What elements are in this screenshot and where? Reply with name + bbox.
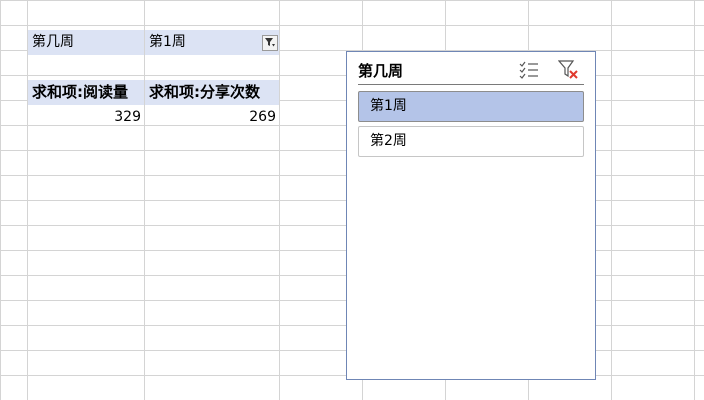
grid-col-line <box>611 0 612 400</box>
grid-col-line <box>279 0 280 400</box>
slicer-title-separator <box>358 84 584 85</box>
pivot-filter-label[interactable]: 第几周 <box>28 30 144 55</box>
spreadsheet-grid[interactable]: 第几周 第1周 求和项:阅读量 求和项:分享次数 329 269 第几周 第1周… <box>0 0 704 400</box>
multi-select-icon[interactable] <box>518 59 540 79</box>
pivot-header-read-count[interactable]: 求和项:阅读量 <box>28 80 144 105</box>
pivot-value-share-count[interactable]: 269 <box>145 105 279 130</box>
slicer-item-week2[interactable]: 第2周 <box>358 126 584 157</box>
pivot-filter-dropdown-button[interactable] <box>262 35 278 51</box>
clear-filter-icon[interactable] <box>557 59 580 79</box>
pivot-filter-value[interactable]: 第1周 <box>145 30 279 55</box>
slicer-item-week1[interactable]: 第1周 <box>358 91 584 122</box>
pivot-header-share-count[interactable]: 求和项:分享次数 <box>145 80 279 105</box>
filter-funnel-icon <box>265 38 275 47</box>
slicer-panel[interactable]: 第几周 第1周 第2周 <box>346 51 596 380</box>
pivot-value-read-count[interactable]: 329 <box>28 105 144 130</box>
grid-col-line <box>694 0 695 400</box>
grid-col-line <box>27 0 28 400</box>
slicer-title: 第几周 <box>358 62 404 80</box>
grid-col-line <box>144 0 145 400</box>
